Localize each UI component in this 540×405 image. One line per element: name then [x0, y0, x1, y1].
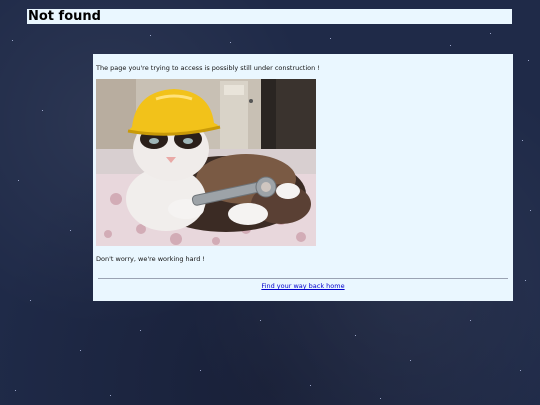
divider	[98, 278, 508, 279]
page-title: Not found	[28, 9, 101, 24]
content-panel: The page you're trying to access is poss…	[93, 54, 513, 301]
reassurance-message: Don't worry, we're working hard !	[96, 255, 206, 263]
cat-hard-hat-photo	[96, 79, 316, 246]
header-bar: Not found	[27, 9, 512, 24]
construction-message: The page you're trying to access is poss…	[96, 64, 320, 72]
home-link[interactable]: Find your way back home	[93, 282, 513, 290]
